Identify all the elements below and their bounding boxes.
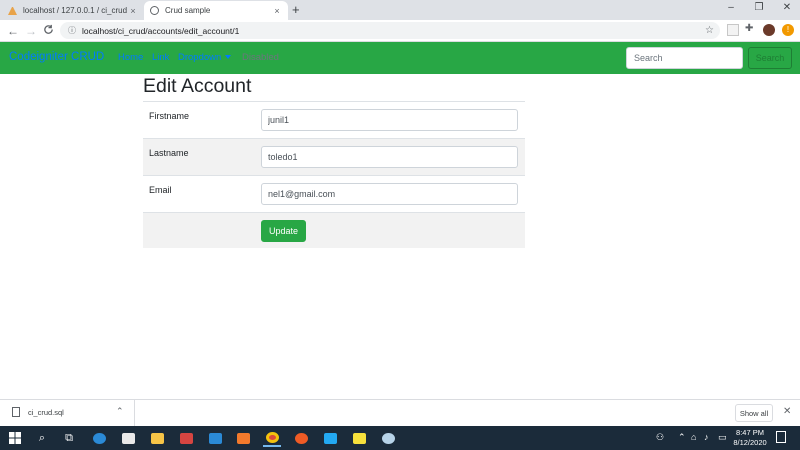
clock-date: 8/12/2020 bbox=[733, 438, 767, 447]
form-row-lastname: Lastname bbox=[143, 138, 525, 175]
reload-icon bbox=[43, 24, 53, 34]
back-button[interactable]: ← bbox=[6, 23, 20, 39]
file-icon bbox=[12, 407, 20, 417]
people-icon[interactable]: ⚇ bbox=[656, 432, 664, 443]
nav-link-disabled: Disabled bbox=[242, 52, 279, 63]
form-row-firstname: Firstname bbox=[143, 101, 525, 138]
network-icon[interactable]: ⌂ bbox=[691, 432, 696, 442]
profile-avatar[interactable] bbox=[763, 24, 775, 36]
close-tab-icon[interactable]: × bbox=[272, 6, 282, 16]
form-row-email: Email bbox=[143, 175, 525, 212]
new-tab-button[interactable]: + bbox=[292, 2, 300, 17]
email-label: Email bbox=[149, 185, 172, 195]
download-bar: ci_crud.sql ⌃ Show all ✕ bbox=[0, 399, 800, 426]
caret-down-icon bbox=[225, 55, 232, 60]
download-filename: ci_crud.sql bbox=[28, 408, 64, 417]
store-icon[interactable] bbox=[119, 429, 137, 447]
search-input[interactable] bbox=[626, 47, 743, 69]
battery-icon[interactable]: ▭ bbox=[718, 432, 727, 443]
task-view-icon[interactable]: ⧉ bbox=[60, 429, 78, 447]
paint-icon[interactable] bbox=[379, 429, 397, 447]
chevron-up-icon[interactable]: ⌃ bbox=[116, 406, 124, 417]
tab-crud-sample[interactable]: Crud sample × bbox=[144, 1, 288, 20]
nav-link-link[interactable]: Link bbox=[152, 52, 169, 63]
address-bar[interactable]: ⓘ localhost/ci_crud/accounts/edit_accoun… bbox=[60, 22, 720, 39]
notification-center-icon[interactable] bbox=[776, 431, 786, 443]
navbar-brand[interactable]: Codeigniter CRUD bbox=[9, 51, 104, 63]
browser-tab-strip: localhost / 127.0.0.1 / ci_crud | ph × C… bbox=[0, 0, 800, 20]
file-explorer-icon[interactable] bbox=[148, 429, 166, 447]
tab-phpmyadmin[interactable]: localhost / 127.0.0.1 / ci_crud | ph × bbox=[2, 1, 144, 20]
postman-icon[interactable] bbox=[292, 429, 310, 447]
close-download-bar-icon[interactable]: ✕ bbox=[783, 406, 791, 417]
nav-dropdown[interactable]: Dropdown bbox=[178, 52, 232, 63]
xampp-icon[interactable] bbox=[234, 429, 252, 447]
edge-icon[interactable] bbox=[90, 429, 108, 447]
globe-icon bbox=[150, 6, 159, 15]
windows-start-icon[interactable] bbox=[6, 429, 24, 447]
info-icon[interactable]: ⓘ bbox=[68, 25, 76, 36]
extension-icon[interactable] bbox=[727, 24, 739, 36]
volume-icon[interactable]: ♪ bbox=[704, 432, 709, 442]
form-row-actions: Update bbox=[143, 212, 525, 248]
extensions-puzzle-icon[interactable]: ✚ bbox=[745, 23, 757, 35]
update-button[interactable]: Update bbox=[261, 220, 306, 242]
restore-icon[interactable]: ❐ bbox=[746, 2, 772, 13]
mail-icon[interactable] bbox=[206, 429, 224, 447]
minimize-icon[interactable]: – bbox=[718, 2, 744, 13]
lastname-label: Lastname bbox=[149, 148, 189, 158]
windows-logo-icon bbox=[9, 432, 21, 444]
sticky-notes-icon[interactable] bbox=[350, 429, 368, 447]
close-window-icon[interactable]: ✕ bbox=[774, 2, 800, 13]
chevron-up-tray-icon[interactable]: ⌃ bbox=[678, 432, 686, 443]
tab-title: Crud sample bbox=[165, 6, 211, 15]
update-badge-icon[interactable]: ! bbox=[782, 24, 794, 36]
search-icon[interactable]: ⌕ bbox=[33, 429, 51, 447]
lastname-input[interactable] bbox=[261, 146, 518, 168]
tab-title: localhost / 127.0.0.1 / ci_crud | ph bbox=[23, 6, 128, 15]
firstname-input[interactable] bbox=[261, 109, 518, 131]
show-all-button[interactable]: Show all bbox=[735, 404, 773, 422]
clock-time: 8:47 PM bbox=[736, 428, 764, 437]
reload-button[interactable] bbox=[41, 23, 55, 39]
close-tab-icon[interactable]: × bbox=[128, 6, 138, 16]
phpmyadmin-icon bbox=[8, 6, 17, 15]
gift-app-icon[interactable] bbox=[177, 429, 195, 447]
edit-account-form: Firstname Lastname Email Update bbox=[143, 101, 525, 248]
bookmark-star-icon[interactable]: ☆ bbox=[705, 25, 714, 36]
forward-button[interactable]: → bbox=[24, 23, 38, 39]
page-title: Edit Account bbox=[143, 75, 252, 97]
system-clock[interactable]: 8:47 PM 8/12/2020 bbox=[733, 428, 767, 448]
windows-taskbar: ⌕ ⧉ ⚇ ⌃ ⌂ ♪ ▭ 8:47 PM 8/12/2020 bbox=[0, 426, 800, 450]
chrome-icon[interactable] bbox=[263, 429, 281, 447]
browser-toolbar: ← → ⓘ localhost/ci_crud/accounts/edit_ac… bbox=[0, 20, 800, 42]
nav-dropdown-label: Dropdown bbox=[178, 52, 222, 63]
nav-link-home[interactable]: Home bbox=[118, 52, 143, 63]
url-text: localhost/ci_crud/accounts/edit_account/… bbox=[82, 25, 240, 36]
vscode-icon[interactable] bbox=[321, 429, 339, 447]
search-button[interactable]: Search bbox=[748, 47, 792, 69]
download-item[interactable]: ci_crud.sql ⌃ bbox=[0, 400, 135, 426]
firstname-label: Firstname bbox=[149, 111, 190, 121]
email-input[interactable] bbox=[261, 183, 518, 205]
